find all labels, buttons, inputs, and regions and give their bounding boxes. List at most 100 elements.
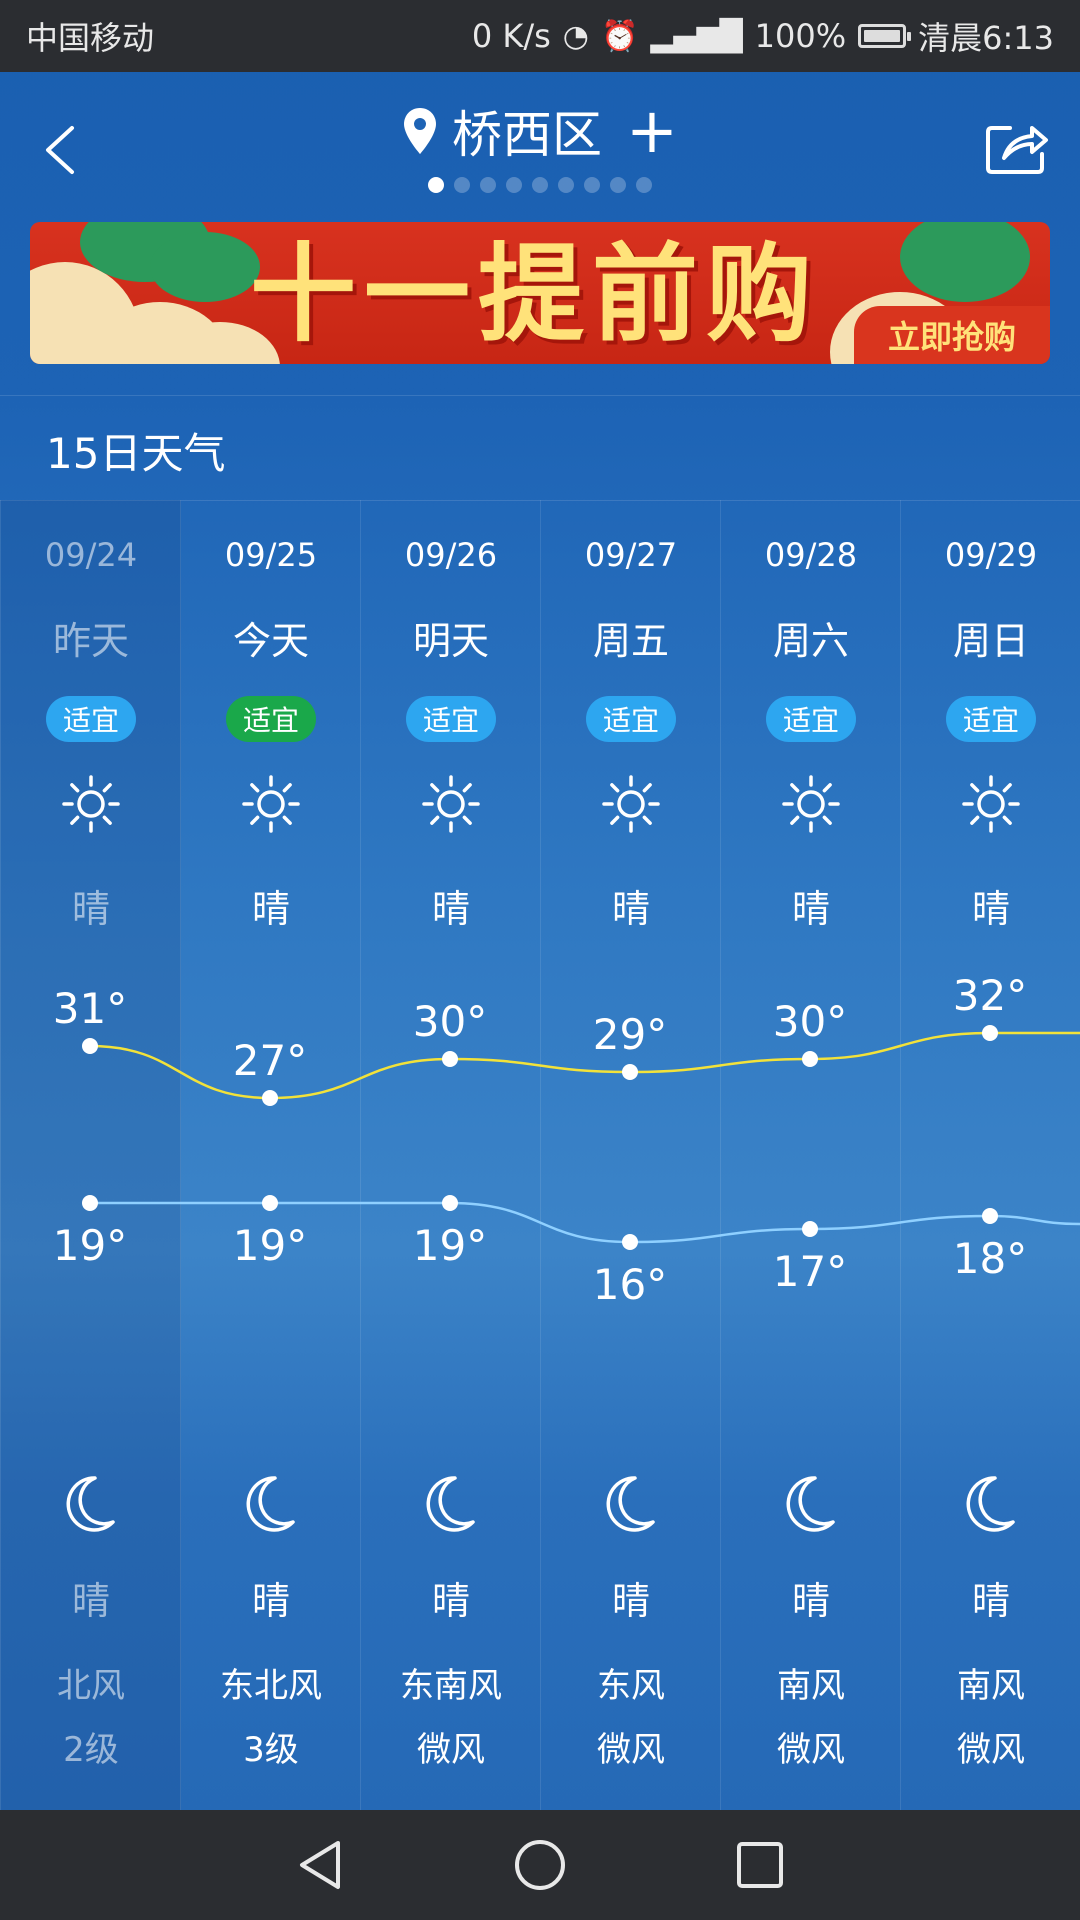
page-dot bbox=[480, 177, 496, 193]
wind-level: 微风 bbox=[957, 1730, 1025, 1770]
nav-home-icon[interactable] bbox=[510, 1835, 570, 1895]
sun-icon bbox=[239, 772, 303, 836]
sun-icon bbox=[419, 772, 483, 836]
suitability-badge: 适宜 bbox=[586, 696, 676, 742]
wind-level: 微风 bbox=[417, 1730, 485, 1770]
wind-direction: 南风 bbox=[957, 1666, 1025, 1706]
moon-icon bbox=[785, 1474, 837, 1534]
wind-direction: 北风 bbox=[57, 1666, 125, 1706]
nav-back-icon[interactable] bbox=[290, 1835, 350, 1895]
high-temp: 29° bbox=[592, 1010, 668, 1059]
hd-icon: ◔ bbox=[562, 18, 589, 54]
sun-icon bbox=[599, 772, 663, 836]
page-dot bbox=[610, 177, 626, 193]
forecast-date: 09/25 bbox=[224, 536, 318, 574]
suitability-badge: 适宜 bbox=[766, 696, 856, 742]
suitability-badge: 适宜 bbox=[226, 696, 316, 742]
wind-direction: 东南风 bbox=[400, 1666, 502, 1706]
day-condition: 晴 bbox=[791, 887, 830, 931]
sun-icon bbox=[59, 772, 123, 836]
low-temp: 17° bbox=[772, 1247, 848, 1296]
divider bbox=[0, 395, 1080, 396]
forecast-day-name: 昨天 bbox=[52, 619, 129, 663]
navigation-bar bbox=[0, 1810, 1080, 1920]
page-dot bbox=[636, 177, 652, 193]
page-dot bbox=[532, 177, 548, 193]
net-speed: 0 K/s bbox=[471, 17, 551, 55]
nav-recents-icon[interactable] bbox=[730, 1835, 790, 1895]
moon-icon bbox=[65, 1474, 117, 1534]
suitability-badge: 适宜 bbox=[406, 696, 496, 742]
forecast-day-column[interactable]: 09/25 今天 适宜晴晴东北风 3级 bbox=[180, 500, 361, 1810]
sun-icon bbox=[779, 772, 843, 836]
forecast-date: 09/27 bbox=[584, 536, 678, 574]
wind-level: 微风 bbox=[597, 1730, 665, 1770]
forecast-day-name: 周五 bbox=[592, 619, 669, 663]
low-temp: 19° bbox=[232, 1221, 308, 1270]
night-condition: 晴 bbox=[611, 1579, 650, 1623]
low-temp: 19° bbox=[52, 1221, 128, 1270]
forecast-day-column[interactable]: 09/29 周日 适宜晴晴南风 微风 bbox=[900, 500, 1080, 1810]
alarm-icon: ⏰ bbox=[600, 18, 639, 54]
forecast-date: 09/29 bbox=[944, 536, 1038, 574]
forecast-date: 09/28 bbox=[764, 536, 858, 574]
night-condition: 晴 bbox=[71, 1579, 110, 1623]
forecast-date: 09/24 bbox=[44, 536, 138, 574]
banner-headline: 十一提前购 bbox=[250, 231, 820, 356]
share-icon[interactable] bbox=[984, 116, 1050, 176]
add-city-button[interactable]: + bbox=[626, 94, 678, 167]
moon-icon bbox=[245, 1474, 297, 1534]
day-condition: 晴 bbox=[71, 887, 110, 931]
sun-icon bbox=[959, 772, 1023, 836]
day-condition: 晴 bbox=[431, 887, 470, 931]
wind-level: 3级 bbox=[243, 1730, 299, 1770]
forecast-day-column[interactable]: 09/24 昨天 适宜晴晴北风 2级 bbox=[0, 500, 181, 1810]
night-condition: 晴 bbox=[971, 1579, 1010, 1623]
promo-banner[interactable]: 十一提前购 立即抢购 bbox=[30, 222, 1050, 364]
day-condition: 晴 bbox=[971, 887, 1010, 931]
night-condition: 晴 bbox=[431, 1579, 470, 1623]
page-dot bbox=[584, 177, 600, 193]
forecast-day-name: 周六 bbox=[772, 619, 849, 663]
location-title[interactable]: 桥西区 + bbox=[0, 94, 1080, 167]
day-condition: 晴 bbox=[251, 887, 290, 931]
header: 桥西区 + bbox=[0, 72, 1080, 222]
page-dot bbox=[428, 177, 444, 193]
forecast-day-column[interactable]: 09/26 明天 适宜晴晴东南风 微风 bbox=[360, 500, 541, 1810]
carrier-label: 中国移动 bbox=[26, 19, 155, 57]
forecast-day-column[interactable]: 09/28 周六 适宜晴晴南风 微风 bbox=[720, 500, 901, 1810]
high-temp: 31° bbox=[52, 984, 128, 1033]
wind-level: 2级 bbox=[63, 1730, 119, 1770]
forecast-date: 09/26 bbox=[404, 536, 498, 574]
page-dot bbox=[558, 177, 574, 193]
wind-level: 微风 bbox=[777, 1730, 845, 1770]
wind-direction: 东北风 bbox=[220, 1666, 322, 1706]
night-condition: 晴 bbox=[251, 1579, 290, 1623]
page-dot bbox=[506, 177, 522, 193]
signal-icon: ▂▄▆█ bbox=[650, 18, 743, 54]
page-indicator bbox=[0, 177, 1080, 193]
location-pin-icon bbox=[404, 107, 437, 154]
moon-icon bbox=[425, 1474, 477, 1534]
suitability-badge: 适宜 bbox=[46, 696, 136, 742]
status-bar: 中国移动 0 K/s ◔ ⏰ ▂▄▆█ 100% 清晨6:13 bbox=[0, 0, 1080, 72]
moon-icon bbox=[605, 1474, 657, 1534]
battery-percent: 100% bbox=[754, 17, 847, 55]
high-temp: 30° bbox=[412, 997, 488, 1046]
status-time: 清晨6:13 bbox=[918, 19, 1054, 57]
forecast-day-column[interactable]: 09/27 周五 适宜晴晴东风 微风 bbox=[540, 500, 721, 1810]
low-temp: 19° bbox=[412, 1221, 488, 1270]
battery-icon bbox=[858, 24, 912, 48]
low-temp: 16° bbox=[592, 1260, 668, 1309]
high-temp: 30° bbox=[772, 997, 848, 1046]
section-title: 15日天气 bbox=[46, 429, 226, 478]
page-dot bbox=[454, 177, 470, 193]
moon-icon bbox=[965, 1474, 1017, 1534]
suitability-badge: 适宜 bbox=[946, 696, 1036, 742]
buy-now-button[interactable]: 立即抢购 bbox=[854, 306, 1050, 364]
low-temp: 18° bbox=[952, 1234, 1028, 1283]
forecast-day-name: 明天 bbox=[412, 619, 489, 663]
high-temp: 32° bbox=[952, 971, 1028, 1020]
night-condition: 晴 bbox=[791, 1579, 830, 1623]
wind-direction: 南风 bbox=[777, 1666, 845, 1706]
